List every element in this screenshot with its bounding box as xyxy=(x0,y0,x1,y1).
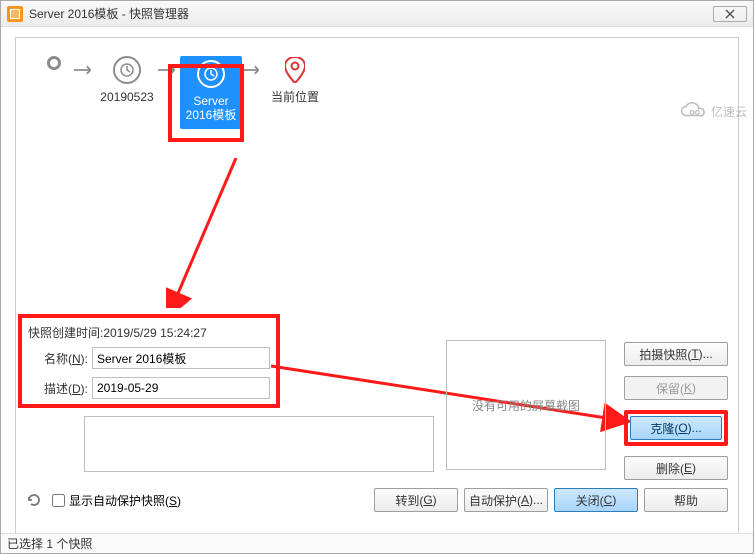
created-time-prefix: 快照创建时间: xyxy=(28,326,103,340)
timeline-label: 当前位置 xyxy=(271,90,319,104)
timeline-snapshot-selected[interactable]: Server 2016模板 xyxy=(180,56,242,129)
created-time-label: 快照创建时间:2019/5/29 15:24:27 xyxy=(28,324,270,341)
pin-icon xyxy=(285,56,305,84)
timeline-root[interactable] xyxy=(34,56,74,70)
annotation-highlight-box: 克隆(O)... xyxy=(624,410,728,446)
timeline-label: Server 2016模板 xyxy=(182,94,240,123)
content-pane: 20190523 Server 2016模板 当前位置 xyxy=(15,37,739,541)
show-autoprotect-label[interactable]: 显示自动保护快照(S) xyxy=(69,492,181,509)
watermark: 亿速云 xyxy=(677,101,747,121)
status-text: 已选择 1 个快照 xyxy=(7,535,92,552)
arrow-icon xyxy=(74,56,96,84)
dot-icon xyxy=(47,56,61,70)
bottom-toolbar: 显示自动保护快照(S) 转到(G) 自动保护(A)... 关闭(C) 帮助 xyxy=(26,486,728,514)
timeline-current-position[interactable]: 当前位置 xyxy=(264,56,326,104)
arrow-icon xyxy=(158,56,180,84)
delete-button[interactable]: 删除(E) xyxy=(624,456,728,480)
help-button[interactable]: 帮助 xyxy=(644,488,728,512)
name-label: 名称(N): xyxy=(28,350,88,367)
titlebar[interactable]: Server 2016模板 - 快照管理器 xyxy=(1,1,753,27)
show-autoprotect-checkbox[interactable] xyxy=(52,494,65,507)
screenshot-preview: 没有可用的屏幕截图 xyxy=(446,340,606,470)
window-title: Server 2016模板 - 快照管理器 xyxy=(29,5,713,22)
created-time-value: 2019/5/29 15:24:27 xyxy=(103,326,206,340)
preview-placeholder: 没有可用的屏幕截图 xyxy=(472,397,580,414)
annotation-arrow-icon xyxy=(166,158,256,308)
refresh-icon[interactable] xyxy=(26,492,42,508)
take-snapshot-button[interactable]: 拍摄快照(T)... xyxy=(624,342,728,366)
goto-button[interactable]: 转到(G) xyxy=(374,488,458,512)
snapshot-manager-window: Server 2016模板 - 快照管理器 20190523 xyxy=(0,0,754,554)
status-bar: 已选择 1 个快照 xyxy=(1,533,753,553)
keep-button: 保留(K) xyxy=(624,376,728,400)
snapshot-description-input[interactable] xyxy=(92,377,270,399)
clock-icon xyxy=(113,56,141,84)
watermark-text: 亿速云 xyxy=(711,103,747,120)
app-icon xyxy=(7,6,23,22)
window-close-button[interactable] xyxy=(713,6,747,22)
timeline-label: 20190523 xyxy=(100,90,153,104)
clone-button[interactable]: 克隆(O)... xyxy=(630,416,722,440)
snapshot-name-input[interactable] xyxy=(92,347,270,369)
description-label: 描述(D): xyxy=(28,380,88,397)
autoprotect-button[interactable]: 自动保护(A)... xyxy=(464,488,548,512)
action-buttons-column: 拍摄快照(T)... 保留(K) 克隆(O)... 删除(E) xyxy=(624,342,728,480)
arrow-icon xyxy=(242,56,264,84)
snapshot-timeline: 20190523 Server 2016模板 当前位置 xyxy=(34,56,720,166)
clock-icon xyxy=(197,60,225,88)
close-button[interactable]: 关闭(C) xyxy=(554,488,638,512)
timeline-snapshot-0[interactable]: 20190523 xyxy=(96,56,158,104)
snapshot-details-panel: 快照创建时间:2019/5/29 15:24:27 名称(N): 描述(D): xyxy=(18,314,280,408)
